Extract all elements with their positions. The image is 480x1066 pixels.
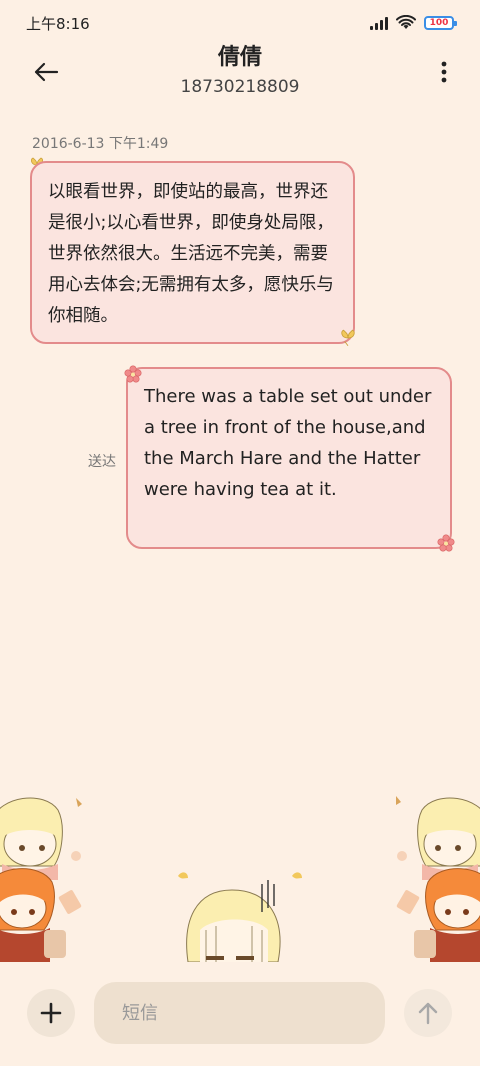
plus-icon (40, 1002, 62, 1024)
flower-icon (437, 534, 455, 552)
contact-number: 18730218809 (180, 77, 300, 97)
leaf-icon (292, 872, 302, 879)
outgoing-message-bubble[interactable]: There was a table set out under a tree i… (126, 367, 452, 549)
flower-icon (124, 365, 142, 383)
header-title: 倩倩 18730218809 (0, 44, 480, 98)
delivery-status: 送达 (88, 454, 116, 470)
signal-icon (370, 16, 388, 30)
incoming-message-bubble[interactable]: 以眼看世界，即使站的最高，世界还是很小;以心看世界，即使身处局限，世界依然很大。… (30, 161, 355, 344)
boy-character-left (0, 868, 66, 962)
girl-character-right (417, 797, 480, 880)
more-options-button[interactable] (432, 52, 456, 92)
conversation-header: 倩倩 18730218809 (0, 40, 480, 104)
message-composer (0, 962, 480, 1066)
message-timestamp: 2016-6-13 下午1:49 (32, 136, 169, 152)
leaf-icon (396, 890, 420, 914)
contact-name: 倩倩 (217, 45, 262, 70)
outgoing-message-text: There was a table set out under a tree i… (144, 386, 432, 500)
wallpaper-illustration (0, 780, 480, 962)
leaf-icon (178, 872, 188, 879)
wifi-icon (396, 15, 416, 29)
leaf-icon (396, 796, 401, 805)
add-attachment-button[interactable] (27, 989, 75, 1037)
status-time: 上午8:16 (26, 14, 90, 33)
status-icons: 100 (370, 15, 457, 31)
girl-character-left (0, 797, 63, 880)
arrow-up-icon (418, 1002, 438, 1025)
girl-character-center (186, 880, 281, 962)
leaf-icon (58, 890, 82, 914)
boy-character-right (414, 868, 480, 962)
leaf-icon (76, 798, 82, 807)
battery-icon: 100 (424, 16, 457, 30)
message-input[interactable] (122, 1002, 362, 1024)
send-button[interactable] (404, 989, 452, 1037)
incoming-message-text: 以眼看世界，即使站的最高，世界还是很小;以心看世界，即使身处局限，世界依然很大。… (48, 182, 334, 326)
message-input-container[interactable] (94, 982, 385, 1044)
battery-level: 100 (429, 17, 449, 28)
more-vertical-icon (441, 61, 447, 83)
ginkgo-leaf-icon (341, 329, 355, 347)
